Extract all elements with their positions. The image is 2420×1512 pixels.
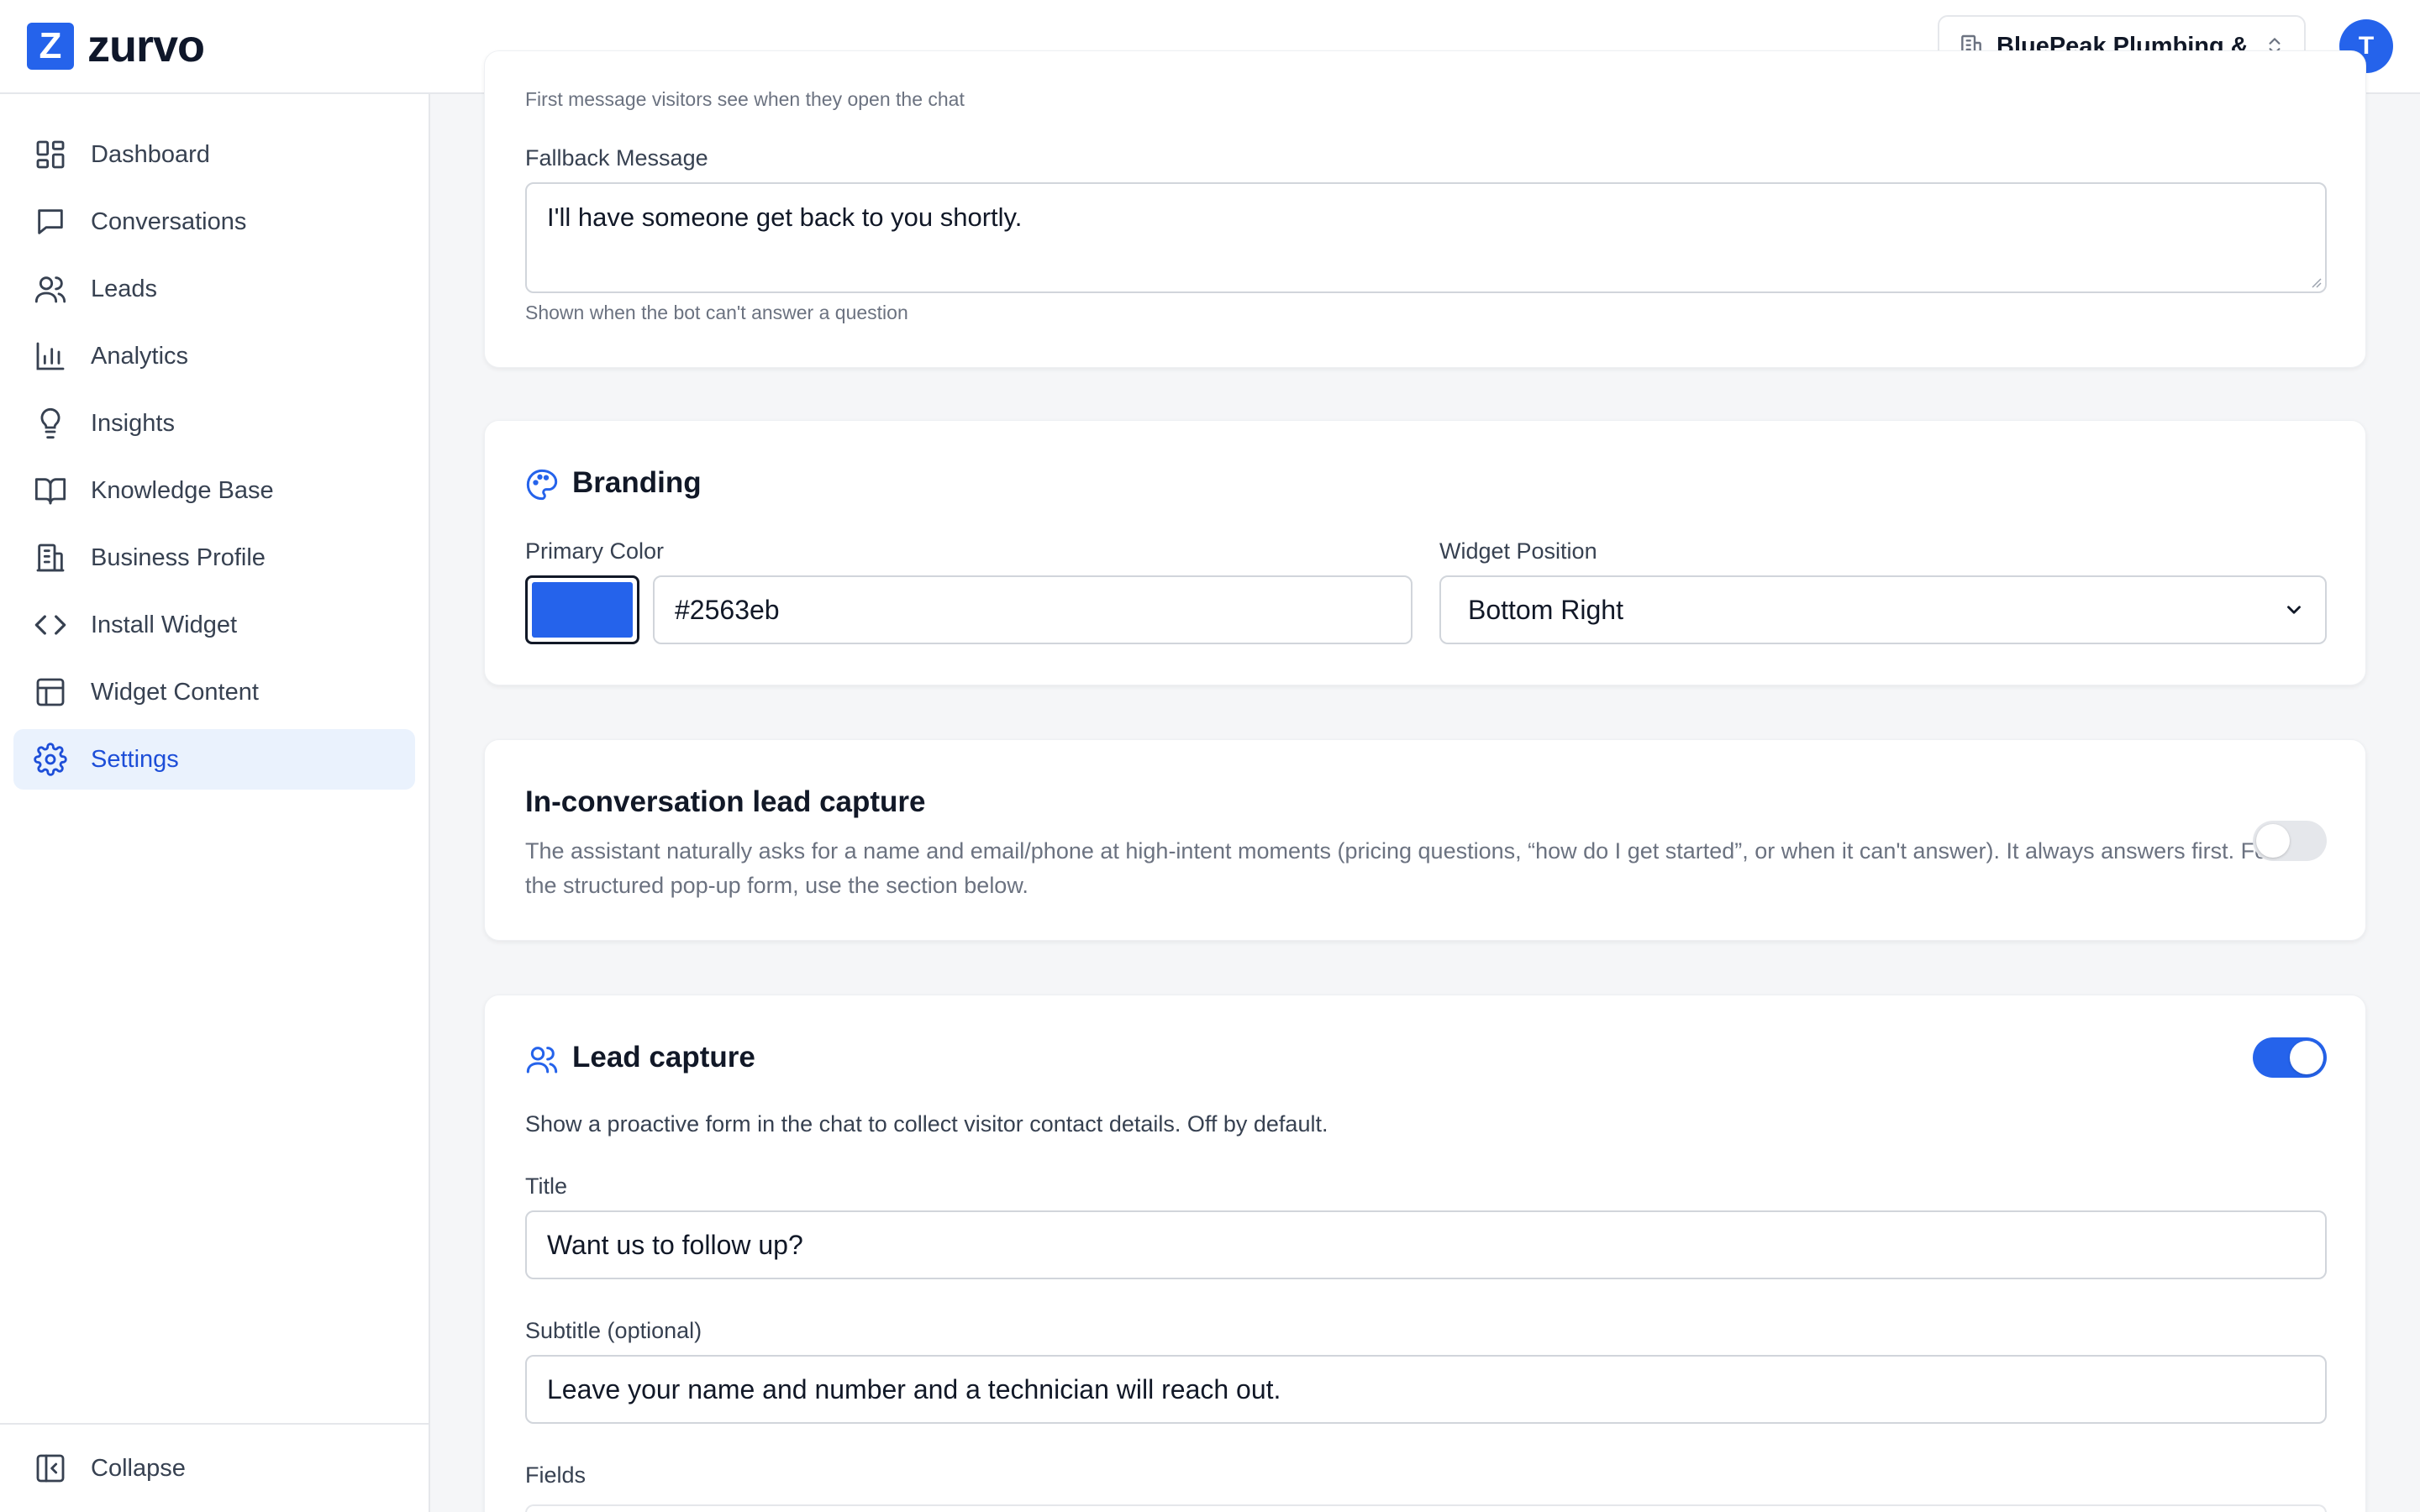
- widget-position-select[interactable]: Bottom Right: [1439, 575, 2327, 644]
- color-swatch: [532, 582, 633, 638]
- primary-color-value: #2563eb: [675, 594, 780, 625]
- dashboard-icon: [36, 140, 65, 169]
- lead-capture-description: Show a proactive form in the chat to col…: [525, 1111, 1328, 1137]
- resize-handle-icon[interactable]: [2308, 275, 2322, 288]
- sidebar-item-settings[interactable]: Settings: [13, 729, 415, 790]
- palette-icon: [526, 469, 558, 501]
- bar-chart-icon: [36, 342, 65, 370]
- fields-list[interactable]: [525, 1504, 2327, 1512]
- sidebar-item-label: Analytics: [91, 342, 189, 370]
- code-icon: [34, 615, 66, 635]
- collapse-button[interactable]: Collapse: [0, 1423, 429, 1512]
- sidebar-item-label: Insights: [91, 409, 175, 437]
- sidebar-item-dashboard[interactable]: Dashboard: [13, 124, 415, 185]
- lead-subtitle-value: Leave your name and number and a technic…: [547, 1373, 1281, 1404]
- sidebar: Dashboard Conversations Leads Analytics …: [0, 94, 430, 1512]
- chat-bubble-icon: [38, 209, 63, 234]
- primary-color-input[interactable]: #2563eb: [653, 575, 1413, 644]
- toggle-knob: [2256, 824, 2290, 858]
- lead-subtitle-label: Subtitle (optional): [525, 1318, 702, 1343]
- fallback-message-value: I'll have someone get back to you shortl…: [547, 202, 1023, 232]
- sidebar-item-label: Leads: [91, 275, 158, 302]
- sidebar-item-label: Knowledge Base: [91, 476, 274, 504]
- primary-color-label: Primary Color: [525, 538, 665, 564]
- inconv-lead-capture-toggle[interactable]: [2253, 821, 2327, 861]
- sidebar-item-label: Dashboard: [91, 140, 210, 168]
- branding-card: Branding Primary Color #2563eb Widget Po…: [484, 420, 2366, 685]
- widget-position-label: Widget Position: [1439, 538, 1597, 564]
- sidebar-item-analytics[interactable]: Analytics: [13, 326, 415, 386]
- logo-text: zurvo: [87, 21, 205, 71]
- sidebar-item-knowledge-base[interactable]: Knowledge Base: [13, 460, 415, 521]
- lead-capture-card: Lead capture Show a proactive form in th…: [484, 995, 2366, 1512]
- sidebar-item-label: Settings: [91, 745, 179, 773]
- sidebar-item-label: Widget Content: [91, 678, 259, 706]
- lead-capture-toggle[interactable]: [2253, 1037, 2327, 1078]
- sidebar-item-label: Business Profile: [91, 543, 266, 571]
- widget-position-value: Bottom Right: [1468, 594, 1623, 625]
- messages-card: First message visitors see when they ope…: [484, 50, 2366, 368]
- toggle-knob: [2290, 1041, 2323, 1074]
- sidebar-item-leads[interactable]: Leads: [13, 259, 415, 319]
- lead-capture-title: Lead capture: [572, 1041, 755, 1074]
- inconv-lead-capture-card: In-conversation lead capture The assista…: [484, 739, 2366, 941]
- sidebar-item-insights[interactable]: Insights: [13, 393, 415, 454]
- lead-title-value: Want us to follow up?: [547, 1229, 803, 1260]
- color-swatch-picker[interactable]: [525, 575, 639, 644]
- sidebar-item-business-profile[interactable]: Business Profile: [13, 528, 415, 588]
- collapse-sidebar-icon: [36, 1454, 65, 1483]
- sidebar-item-widget-content[interactable]: Widget Content: [13, 662, 415, 722]
- lead-subtitle-input[interactable]: Leave your name and number and a technic…: [525, 1355, 2327, 1424]
- chevron-down-icon: [2287, 606, 2301, 614]
- sidebar-item-label: Conversations: [91, 207, 247, 235]
- collapse-label: Collapse: [91, 1454, 186, 1482]
- logo[interactable]: Z zurvo: [27, 20, 205, 72]
- layout-icon: [36, 678, 65, 706]
- lead-title-input[interactable]: Want us to follow up?: [525, 1210, 2327, 1279]
- users-icon: [526, 1047, 558, 1074]
- inconv-lead-capture-title: In-conversation lead capture: [525, 785, 926, 818]
- fallback-help-text: Shown when the bot can't answer a questi…: [525, 302, 908, 323]
- building-icon: [36, 543, 65, 572]
- book-icon: [34, 478, 66, 505]
- inconv-lead-capture-description: The assistant naturally asks for a name …: [525, 838, 2275, 898]
- lightbulb-icon: [40, 407, 60, 439]
- fields-label: Fields: [525, 1462, 587, 1488]
- branding-title: Branding: [572, 466, 702, 499]
- sidebar-item-install-widget[interactable]: Install Widget: [13, 595, 415, 655]
- fallback-message-label: Fallback Message: [525, 145, 708, 171]
- greeting-help-text: First message visitors see when they ope…: [525, 88, 965, 110]
- sidebar-nav: Dashboard Conversations Leads Analytics …: [0, 94, 429, 790]
- logo-mark: Z: [27, 23, 74, 70]
- users-icon: [34, 276, 66, 303]
- sidebar-item-label: Install Widget: [91, 611, 238, 638]
- sidebar-item-conversations[interactable]: Conversations: [13, 192, 415, 252]
- gear-icon: [34, 743, 67, 776]
- fallback-message-textarea[interactable]: I'll have someone get back to you shortl…: [525, 182, 2327, 293]
- lead-title-label: Title: [525, 1173, 568, 1199]
